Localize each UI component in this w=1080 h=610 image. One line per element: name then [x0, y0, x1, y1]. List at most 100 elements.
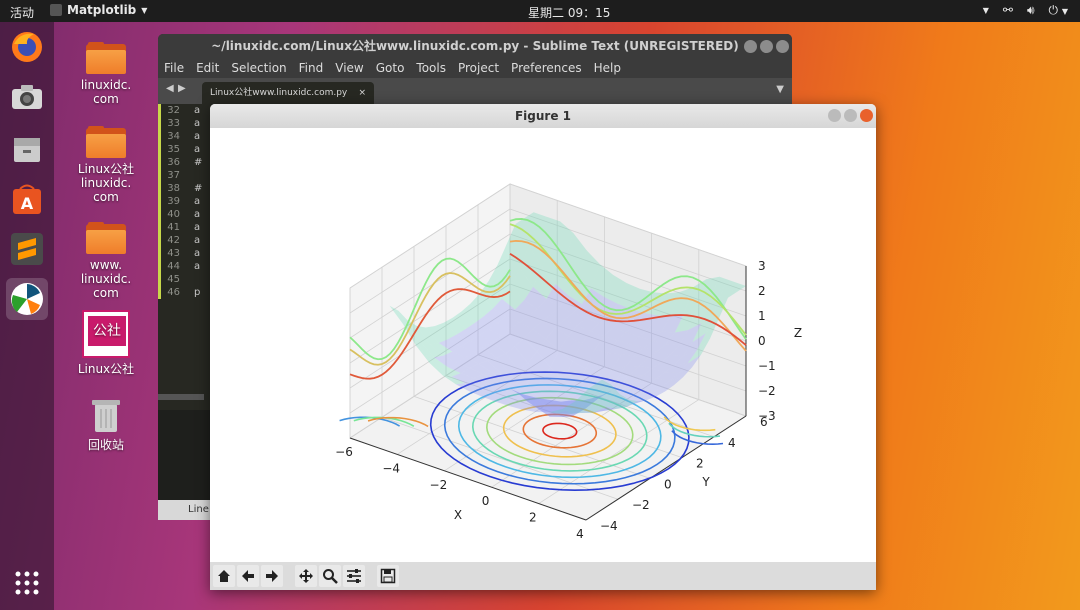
menu-tools[interactable]: Tools — [416, 59, 446, 78]
scrollbar[interactable] — [158, 394, 204, 400]
desktop-folder-3[interactable]: www. linuxidc. com — [66, 222, 146, 300]
close-button[interactable] — [776, 40, 789, 53]
code-line[interactable]: 42 a — [158, 234, 204, 247]
desktop-folder-2[interactable]: Linux公社 linuxidc. com — [66, 126, 146, 204]
menu-project[interactable]: Project — [458, 59, 499, 78]
chevron-down-icon[interactable]: ▼ — [983, 3, 989, 19]
code-text: a — [194, 118, 201, 129]
home-icon — [218, 570, 230, 582]
matplotlib-icon — [11, 283, 43, 315]
code-text: a — [194, 209, 201, 220]
code-line[interactable]: 41 a — [158, 221, 204, 234]
system-tray[interactable]: ▼ ⚯ 🔊︎ ⏻ ▼ — [983, 3, 1068, 19]
menu-edit[interactable]: Edit — [196, 59, 219, 78]
forward-button[interactable] — [261, 565, 283, 587]
code-line[interactable]: 37 — [158, 169, 204, 182]
tab-dropdown-icon[interactable]: ▼ — [776, 84, 784, 95]
code-line[interactable]: 36 # — [158, 156, 204, 169]
desktop-icon-label: Linux公社 — [77, 362, 135, 376]
configure-button[interactable] — [343, 565, 365, 587]
menu-goto[interactable]: Goto — [376, 59, 405, 78]
x-tick-label: −6 — [335, 445, 353, 459]
x-tick-label: −4 — [382, 461, 400, 475]
pan-button[interactable] — [295, 565, 317, 587]
line-number: 38 — [167, 183, 180, 194]
tab-nav-left-icon[interactable]: ◀ — [166, 83, 174, 94]
trash-icon — [92, 400, 120, 432]
chevron-down-icon: ▼ — [141, 5, 148, 15]
files-launcher[interactable] — [6, 128, 48, 170]
app-icon — [50, 4, 62, 16]
desktop-icon-label: linuxidc. com — [80, 78, 132, 106]
desktop-linux-shortcut[interactable]: 公社 Linux公社 — [66, 310, 146, 376]
activities-button[interactable]: 活动 — [10, 4, 34, 21]
firefox-launcher[interactable] — [6, 26, 48, 68]
line-number: 35 — [167, 144, 180, 155]
app-menu[interactable]: Matplotlib ▼ — [50, 3, 147, 17]
line-number: 37 — [167, 170, 180, 181]
network-icon[interactable]: ⚯ — [1003, 3, 1013, 19]
y-tick-label: 2 — [696, 457, 704, 471]
line-number: 44 — [167, 261, 180, 272]
x-tick-label: 2 — [529, 511, 537, 525]
software-launcher[interactable]: A — [6, 178, 48, 220]
x-axis-label: X — [454, 508, 462, 522]
home-button[interactable] — [213, 565, 235, 587]
code-line[interactable]: 34 a — [158, 130, 204, 143]
code-line[interactable]: 44 a — [158, 260, 204, 273]
code-line[interactable]: 35 a — [158, 143, 204, 156]
sublime-text-launcher[interactable] — [6, 228, 48, 270]
matplotlib-launcher[interactable] — [6, 278, 48, 320]
maximize-button[interactable] — [760, 40, 773, 53]
desktop-icon-label: 回收站 — [87, 438, 124, 452]
status-text: Line — [188, 504, 209, 515]
back-button[interactable] — [237, 565, 259, 587]
desktop-trash[interactable]: 回收站 — [66, 396, 146, 452]
line-number: 33 — [167, 118, 180, 129]
code-line[interactable]: 40 a — [158, 208, 204, 221]
maximize-button[interactable] — [844, 109, 857, 122]
code-line[interactable]: 45 — [158, 273, 204, 286]
apps-grid-launcher[interactable] — [6, 562, 48, 604]
svg-text:A: A — [21, 194, 34, 213]
desktop-folder-1[interactable]: linuxidc. com — [66, 42, 146, 106]
plot-canvas[interactable]: −6−4−2024−4−20246−3−2−10123XYZ — [210, 128, 876, 562]
clock[interactable]: 星期二 09：15 — [528, 4, 610, 21]
code-line[interactable]: 46 p — [158, 286, 204, 299]
code-line[interactable]: 43 a — [158, 247, 204, 260]
camera-icon — [12, 85, 42, 109]
code-line[interactable]: 32 a — [158, 104, 204, 117]
code-line[interactable]: 39 a — [158, 195, 204, 208]
z-tick-label: 0 — [758, 334, 766, 348]
zoom-button[interactable] — [319, 565, 341, 587]
y-tick-label: −4 — [600, 519, 618, 533]
folder-icon — [86, 222, 126, 254]
menu-selection[interactable]: Selection — [231, 59, 286, 78]
close-icon[interactable]: × — [358, 82, 366, 104]
menu-help[interactable]: Help — [594, 59, 621, 78]
code-line[interactable]: 38 # — [158, 182, 204, 195]
z-tick-label: 1 — [758, 309, 766, 323]
tab-file[interactable]: Linux公社www.linuxidc.com.py × — [202, 82, 374, 104]
y-tick-label: −2 — [632, 498, 650, 512]
save-button[interactable] — [377, 565, 399, 587]
minimize-button[interactable] — [828, 109, 841, 122]
code-text: # — [194, 183, 203, 194]
z-tick-label: −1 — [758, 359, 776, 373]
camera-launcher[interactable] — [6, 76, 48, 118]
menu-file[interactable]: File — [164, 59, 184, 78]
code-line[interactable]: 33 a — [158, 117, 204, 130]
menu-preferences[interactable]: Preferences — [511, 59, 582, 78]
close-button[interactable] — [860, 109, 873, 122]
minimize-button[interactable] — [744, 40, 757, 53]
y-tick-label: 4 — [728, 436, 736, 450]
volume-icon[interactable]: 🔊︎ — [1027, 3, 1035, 19]
line-number: 39 — [167, 196, 180, 207]
forward-arrow-icon — [266, 570, 278, 582]
menu-view[interactable]: View — [335, 59, 363, 78]
z-tick-label: −2 — [758, 384, 776, 398]
figure-window[interactable]: Figure 1 −6 −4 −2 0 2 4 −4 −2 0 2 4 6 −3 −2 −1 0 1 2 3 X Y Z — [210, 104, 876, 590]
menu-find[interactable]: Find — [299, 59, 324, 78]
tab-nav-right-icon[interactable]: ▶ — [178, 83, 186, 94]
power-icon[interactable]: ⏻ ▼ — [1049, 3, 1068, 19]
